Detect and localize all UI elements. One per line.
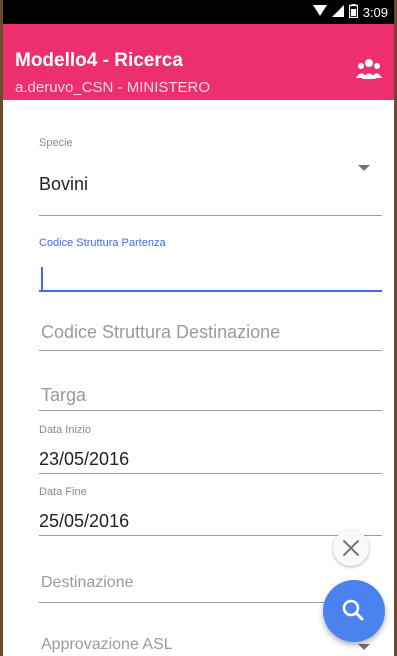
clear-button[interactable] bbox=[333, 530, 369, 566]
status-icons: 3:09 bbox=[312, 3, 388, 21]
app-bar: Modello4 - Ricerca a.deruvo_CSN - MINIST… bbox=[3, 24, 394, 100]
data-inizio-value: 23/05/2016 bbox=[39, 449, 130, 469]
targa-placeholder: Targa bbox=[41, 385, 87, 405]
data-fine-label: Data Fine bbox=[39, 486, 87, 498]
specie-underline bbox=[39, 215, 382, 216]
dropdown-arrow-icon bbox=[358, 165, 370, 171]
wifi-icon bbox=[312, 4, 327, 20]
data-fine-underline bbox=[39, 535, 382, 536]
codice-destinazione-field[interactable]: Codice Struttura Destinazione bbox=[39, 322, 382, 354]
data-fine-field[interactable]: Data Fine 25/05/2016 bbox=[39, 486, 382, 538]
codice-destinazione-underline bbox=[39, 350, 382, 351]
battery-icon bbox=[348, 3, 358, 21]
search-button[interactable] bbox=[323, 580, 385, 642]
app-subtitle: a.deruvo_CSN - MINISTERO bbox=[15, 79, 211, 96]
destinazione-placeholder: Destinazione bbox=[41, 574, 134, 591]
text-cursor bbox=[41, 267, 43, 291]
search-icon bbox=[342, 599, 364, 621]
data-fine-value: 25/05/2016 bbox=[39, 511, 130, 531]
app-title: Modello4 - Ricerca bbox=[15, 50, 183, 71]
group-icon[interactable] bbox=[356, 57, 382, 81]
codice-partenza-label: Codice Struttura Partenza bbox=[39, 237, 166, 249]
status-bar: 3:09 bbox=[3, 0, 394, 24]
specie-label: Specie bbox=[39, 137, 73, 149]
approvazione-placeholder: Approvazione ASL bbox=[41, 636, 173, 653]
codice-partenza-underline bbox=[39, 290, 382, 292]
codice-partenza-field[interactable]: Codice Struttura Partenza bbox=[39, 237, 382, 295]
data-inizio-label: Data Inizio bbox=[39, 424, 91, 436]
data-inizio-underline bbox=[39, 473, 382, 474]
dropdown-arrow-icon bbox=[358, 644, 370, 650]
status-time: 3:09 bbox=[362, 4, 388, 20]
data-inizio-field[interactable]: Data Inizio 23/05/2016 bbox=[39, 424, 382, 476]
phone-screen: 3:09 Modello4 - Ricerca a.deruvo_CSN - M… bbox=[3, 0, 394, 656]
form-content: Specie Bovini Codice Struttura Partenza … bbox=[3, 100, 394, 656]
targa-field[interactable]: Targa bbox=[39, 385, 382, 417]
targa-underline bbox=[39, 410, 382, 411]
specie-field[interactable]: Specie Bovini bbox=[39, 137, 382, 217]
signal-icon bbox=[331, 4, 344, 20]
search-form: Specie Bovini Codice Struttura Partenza … bbox=[11, 100, 386, 656]
codice-destinazione-placeholder: Codice Struttura Destinazione bbox=[41, 322, 281, 342]
specie-value: Bovini bbox=[39, 174, 89, 194]
close-icon bbox=[343, 540, 359, 556]
